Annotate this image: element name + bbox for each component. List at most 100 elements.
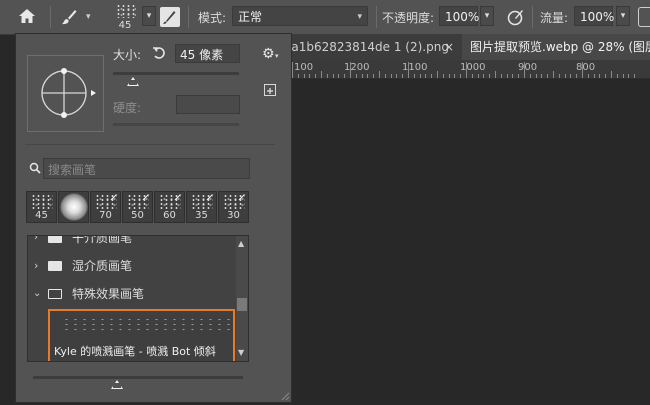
ruler-tick xyxy=(466,62,467,78)
ruler-tick xyxy=(344,74,346,78)
reset-size-icon[interactable] xyxy=(152,46,166,60)
ruler-tick xyxy=(448,74,450,78)
ruler-tick xyxy=(408,62,409,78)
ruler-tick xyxy=(535,74,537,78)
ruler-tick xyxy=(622,74,624,78)
ruler-tick xyxy=(373,74,375,78)
ruler-tick xyxy=(402,74,404,78)
ruler-tick xyxy=(332,74,334,78)
soft-round-icon xyxy=(60,193,88,221)
scroll-down-icon[interactable]: ▼ xyxy=(238,348,244,357)
ruler-tick xyxy=(512,74,514,78)
opacity-value: 100% xyxy=(445,10,480,24)
mode-select[interactable]: 正常 ▾ xyxy=(232,6,368,26)
close-icon[interactable]: × xyxy=(444,34,454,60)
chevron-down-icon: ⌄ xyxy=(33,288,42,299)
preset-size: 35 xyxy=(195,210,208,221)
pressure-opacity-icon[interactable] xyxy=(506,7,526,27)
ruler-tick xyxy=(355,74,357,78)
chevron-down-icon[interactable]: ▾ xyxy=(86,12,91,22)
ruler-tick xyxy=(541,74,543,78)
folder-dry-media[interactable]: › 干介质画笔 xyxy=(28,236,236,252)
flow-dropdown[interactable]: ▾ xyxy=(616,6,630,26)
ruler-tick xyxy=(431,74,433,78)
ruler-tick xyxy=(524,62,525,78)
size-value: 45 像素 xyxy=(180,48,224,62)
ruler-tick xyxy=(442,74,444,78)
opacity-input[interactable]: 100% xyxy=(439,6,480,26)
ruler-tick xyxy=(553,71,554,78)
canvas-area[interactable] xyxy=(292,79,650,405)
selected-brush-item[interactable]: Kyle 的喷溅画笔 - 喷溅 Bot 倾斜 xyxy=(48,309,235,361)
ruler-tick xyxy=(367,74,369,78)
size-slider-thumb[interactable] xyxy=(127,77,140,86)
ruler-tick xyxy=(454,74,456,78)
size-label: 大小: xyxy=(113,48,142,62)
chevron-down-icon: ▾ xyxy=(275,52,279,60)
ruler-tick xyxy=(576,74,578,78)
preset-brush[interactable]: 45 xyxy=(26,191,57,223)
chevron-down-icon: ▾ xyxy=(357,12,362,22)
preset-brush[interactable]: 30 xyxy=(218,191,249,223)
brush-angle-preview[interactable] xyxy=(27,55,104,132)
preset-brush[interactable]: 35 xyxy=(186,191,217,223)
ruler-tick xyxy=(605,74,607,78)
ruler-tick xyxy=(471,74,473,78)
ruler-label: 1200 xyxy=(344,62,370,73)
search-placeholder: 搜索画笔 xyxy=(48,163,97,177)
ruler-tick xyxy=(379,71,380,78)
ruler-label: 1000 xyxy=(460,62,486,73)
open-folder-icon xyxy=(48,289,62,299)
tab-document-1[interactable]: aa1b62823814de 1 (2).png × xyxy=(292,34,462,60)
resize-grip-icon[interactable] xyxy=(280,390,290,401)
preview-size-slider-thumb[interactable] xyxy=(111,380,123,389)
folder-wet-media[interactable]: › 湿介质画笔 xyxy=(28,252,236,280)
hardness-input xyxy=(176,95,240,114)
ruler-tick xyxy=(582,62,583,78)
preset-size: 30 xyxy=(227,210,240,221)
new-preset-icon[interactable] xyxy=(264,84,276,96)
ruler-tick xyxy=(628,74,630,78)
ruler-tick xyxy=(315,74,317,78)
ruler-tick xyxy=(529,74,531,78)
preset-brush-soft-round[interactable] xyxy=(58,191,89,223)
ruler-tick xyxy=(593,74,595,78)
folder-special-effects[interactable]: ⌄ 特殊效果画笔 xyxy=(28,280,236,308)
preview-size-slider-track[interactable] xyxy=(33,376,243,379)
list-scrollbar-thumb[interactable] xyxy=(237,298,247,311)
preset-brush[interactable]: 60 xyxy=(154,191,185,223)
ruler-tick xyxy=(564,74,566,78)
size-input[interactable]: 45 像素 xyxy=(175,44,240,63)
preset-brush[interactable]: 70 xyxy=(90,191,121,223)
flow-value: 100% xyxy=(580,10,615,24)
brush-preset-picker[interactable]: 45 xyxy=(108,2,142,32)
ruler-tick xyxy=(297,74,299,78)
ruler-tick xyxy=(611,71,612,78)
flow-input[interactable]: 100% xyxy=(574,6,615,26)
scroll-up-icon[interactable]: ▲ xyxy=(238,239,244,248)
ruler-tick xyxy=(425,74,427,78)
home-icon[interactable] xyxy=(18,8,36,24)
tab-document-2[interactable]: 图片提取预览.webp @ 28% (图层 xyxy=(462,34,650,60)
size-slider-track[interactable] xyxy=(113,72,239,75)
recent-brushes-row: 45 70 50 60 35 30 xyxy=(26,191,251,224)
ruler-tick xyxy=(303,74,305,78)
horizontal-ruler: 100 1200 1100 1000 900 800 xyxy=(292,60,650,79)
ruler-label: 900 xyxy=(518,62,538,73)
ruler-tick xyxy=(390,74,392,78)
hardness-label: 硬度: xyxy=(113,101,142,115)
ruler-tick xyxy=(599,74,601,78)
airbrush-icon[interactable] xyxy=(638,7,650,27)
ruler-tick xyxy=(558,74,560,78)
brush-icon[interactable] xyxy=(60,8,78,26)
opacity-dropdown[interactable]: ▾ xyxy=(480,6,494,26)
tab-document-2-label: 图片提取预览.webp @ 28% (图层 xyxy=(470,40,650,54)
ruler-tick xyxy=(350,62,351,78)
brush-settings-icon[interactable] xyxy=(160,7,180,27)
ruler-tick xyxy=(437,71,438,78)
brush-size-label: 45 xyxy=(118,20,132,31)
brush-picker-dropdown[interactable]: ▾ xyxy=(142,6,156,26)
preset-brush[interactable]: 50 xyxy=(122,191,153,223)
ruler-label: 800 xyxy=(576,62,596,73)
ruler-label: 100 xyxy=(294,62,314,73)
